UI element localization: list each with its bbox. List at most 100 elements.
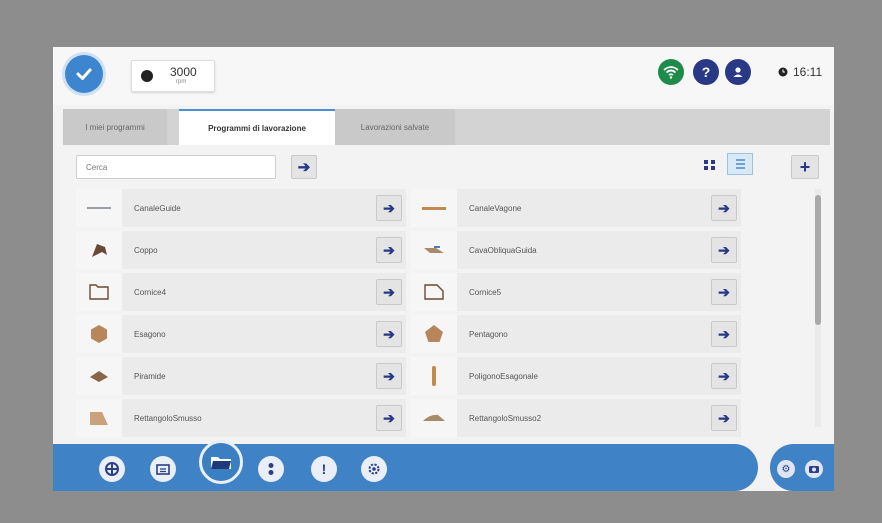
- clock-time: 16:11: [793, 65, 823, 79]
- open-program-button[interactable]: ➔: [376, 279, 402, 305]
- hex-polygon-shape-icon: [411, 357, 457, 395]
- wifi-icon: [663, 66, 679, 79]
- tools-button[interactable]: [258, 456, 284, 482]
- spindle-icon: [141, 70, 153, 82]
- open-program-button[interactable]: ➔: [376, 363, 402, 389]
- search-go-button[interactable]: ➔: [291, 155, 317, 179]
- wifi-status-button[interactable]: [658, 59, 684, 85]
- list-item[interactable]: Esagono ➔: [76, 315, 406, 353]
- user-icon: [733, 67, 743, 77]
- frame5-shape-icon: [411, 273, 457, 311]
- program-list-left: CanaleGuide ➔ Coppo ➔ Cornice4 ➔ Esagono…: [76, 189, 406, 441]
- list-view-button[interactable]: [727, 153, 753, 175]
- scrollbar-thumb[interactable]: [815, 195, 821, 325]
- arrow-right-icon: ➔: [718, 241, 730, 258]
- arrow-right-icon: ➔: [297, 159, 311, 176]
- camera-icon: [809, 466, 819, 473]
- spindle-speed-indicator: 3000 rpm: [131, 60, 215, 92]
- list-item[interactable]: RettangoloSmusso2 ➔: [411, 399, 741, 437]
- system-settings-button[interactable]: ⚙: [777, 460, 795, 478]
- grid-view-button[interactable]: [699, 154, 721, 176]
- bevel-rect2-shape-icon: [411, 399, 457, 437]
- program-name: Pentagono: [469, 329, 508, 339]
- check-icon: [76, 68, 92, 80]
- list-item[interactable]: Piramide ➔: [76, 357, 406, 395]
- open-program-button[interactable]: ➔: [376, 321, 402, 347]
- plus-icon: +: [799, 156, 811, 177]
- arrow-right-icon: ➔: [718, 409, 730, 426]
- tools-icon: [268, 463, 274, 475]
- pentagon-shape-icon: [411, 315, 457, 353]
- arrow-right-icon: ➔: [383, 367, 395, 384]
- program-name: Esagono: [134, 329, 166, 339]
- tab-machining-programs[interactable]: Programmi di lavorazione: [179, 109, 335, 145]
- hexagon-shape-icon: [76, 315, 122, 353]
- tile-shape-icon: [76, 231, 122, 269]
- spindle-speed-unit: rpm: [176, 79, 187, 85]
- arrow-right-icon: ➔: [383, 325, 395, 342]
- confirm-check-button[interactable]: [65, 55, 103, 93]
- list-item[interactable]: Cornice4 ➔: [76, 273, 406, 311]
- arrow-right-icon: ➔: [718, 325, 730, 342]
- oblique-cut-shape-icon: [411, 231, 457, 269]
- settings-button[interactable]: [361, 456, 387, 482]
- program-name: CanaleVagone: [469, 203, 522, 213]
- search-input[interactable]: Cerca: [76, 155, 276, 179]
- add-program-button[interactable]: +: [791, 155, 819, 179]
- program-name: Cornice5: [469, 287, 502, 297]
- open-program-button[interactable]: ➔: [711, 279, 737, 305]
- arrow-right-icon: ➔: [718, 283, 730, 300]
- program-name: RettangoloSmusso: [134, 413, 202, 423]
- list-item[interactable]: CanaleGuide ➔: [76, 189, 406, 227]
- pyramid-shape-icon: [76, 357, 122, 395]
- program-name: CavaObliquaGuida: [469, 245, 537, 255]
- user-button[interactable]: [725, 59, 751, 85]
- tab-saved-jobs[interactable]: Lavorazioni salvate: [335, 109, 455, 145]
- open-program-button[interactable]: ➔: [376, 405, 402, 431]
- program-name: CanaleGuide: [134, 203, 181, 213]
- open-program-button[interactable]: ➔: [376, 237, 402, 263]
- program-name: PoligonoEsagonale: [469, 371, 538, 381]
- groove-shape-icon: [76, 189, 122, 227]
- header-bar: 3000 rpm ? 16:11: [53, 47, 834, 105]
- list-item[interactable]: Coppo ➔: [76, 231, 406, 269]
- open-program-button[interactable]: ➔: [711, 321, 737, 347]
- machine-icon: [105, 462, 119, 476]
- clock: 16:11: [778, 65, 822, 79]
- program-name: Piramide: [134, 371, 166, 381]
- open-program-button[interactable]: ➔: [711, 405, 737, 431]
- arrow-right-icon: ➔: [718, 367, 730, 384]
- arrow-right-icon: ➔: [383, 241, 395, 258]
- open-program-button[interactable]: ➔: [711, 237, 737, 263]
- list-item[interactable]: PoligonoEsagonale ➔: [411, 357, 741, 395]
- camera-button[interactable]: [805, 460, 823, 478]
- arrow-right-icon: ➔: [718, 199, 730, 216]
- clock-icon: [778, 67, 788, 77]
- list-item[interactable]: CanaleVagone ➔: [411, 189, 741, 227]
- open-program-button[interactable]: ➔: [711, 195, 737, 221]
- program-name: Coppo: [134, 245, 158, 255]
- help-button[interactable]: ?: [693, 59, 719, 85]
- exclamation-icon: !: [321, 461, 327, 477]
- list-item[interactable]: Pentagono ➔: [411, 315, 741, 353]
- folder-button[interactable]: [199, 440, 243, 484]
- list-item[interactable]: RettangoloSmusso ➔: [76, 399, 406, 437]
- files-icon: [156, 464, 170, 475]
- tab-my-programs[interactable]: I miei programmi: [63, 109, 167, 145]
- arrow-right-icon: ➔: [383, 283, 395, 300]
- open-program-button[interactable]: ➔: [711, 363, 737, 389]
- list-item[interactable]: Cornice5 ➔: [411, 273, 741, 311]
- tab-bar: I miei programmi Programmi di lavorazion…: [63, 109, 830, 145]
- machine-button[interactable]: [99, 456, 125, 482]
- app-screen: 3000 rpm ? 16:11 I miei programmi Progra…: [53, 47, 834, 491]
- arrow-right-icon: ➔: [383, 199, 395, 216]
- files-button[interactable]: [150, 456, 176, 482]
- gear-icon: [368, 463, 380, 475]
- program-list-right: CanaleVagone ➔ CavaObliquaGuida ➔ Cornic…: [411, 189, 741, 441]
- list-item[interactable]: CavaObliquaGuida ➔: [411, 231, 741, 269]
- program-name: Cornice4: [134, 287, 167, 297]
- alarms-button[interactable]: !: [311, 456, 337, 482]
- frame4-shape-icon: [76, 273, 122, 311]
- program-name: RettangoloSmusso2: [469, 413, 542, 423]
- open-program-button[interactable]: ➔: [376, 195, 402, 221]
